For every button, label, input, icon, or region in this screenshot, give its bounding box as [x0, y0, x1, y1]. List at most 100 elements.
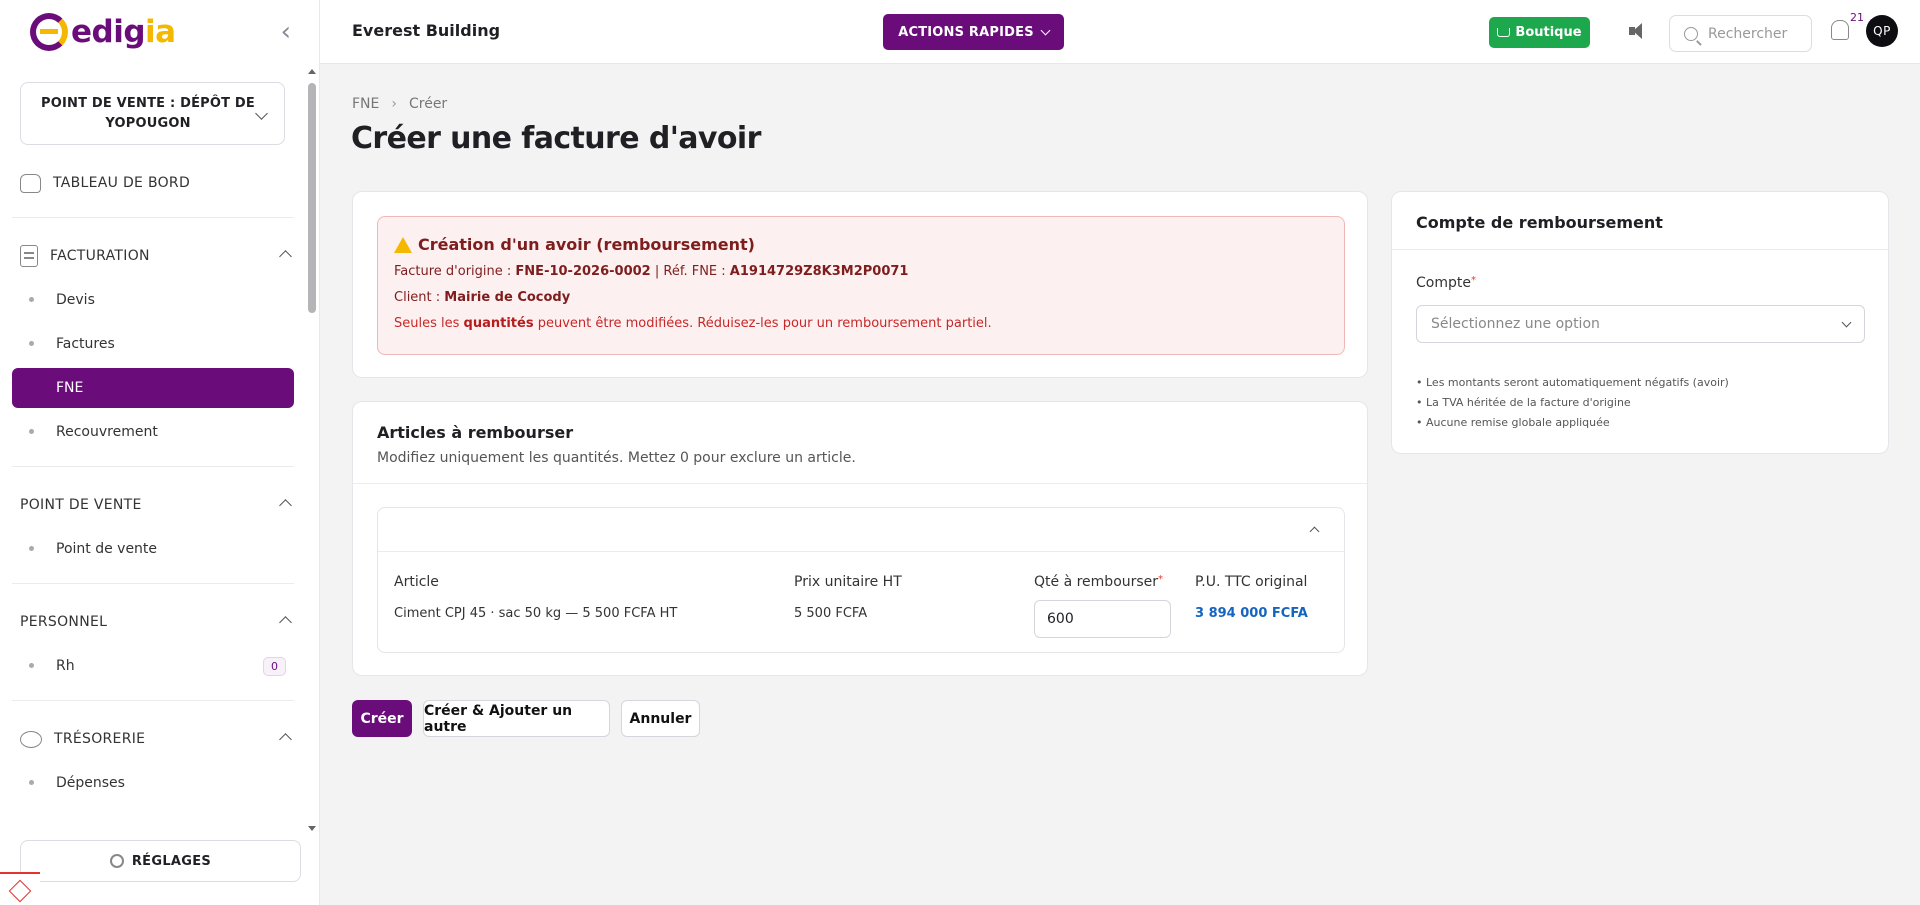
sidebar-header: edig ia ‹	[0, 0, 319, 64]
avatar[interactable]: QP	[1866, 15, 1898, 47]
scrollbar-thumb[interactable]	[308, 83, 316, 313]
divider	[353, 483, 1367, 484]
section-tresorerie[interactable]: TRÉSORERIE	[0, 719, 306, 759]
chevron-up-icon[interactable]	[279, 615, 292, 629]
account-field-label: Compte*	[1416, 275, 1476, 291]
article-name: Ciment CPJ 45 · sac 50 kg — 5 500 FCFA H…	[394, 606, 678, 621]
articles-title: Articles à rembourser	[377, 423, 574, 442]
logo[interactable]: edig ia	[30, 13, 176, 51]
account-label-text: Compte	[1416, 275, 1471, 291]
scroll-down-arrow-icon[interactable]	[308, 826, 316, 831]
divider	[12, 466, 294, 467]
breadcrumb-link-fne[interactable]: FNE	[352, 96, 379, 112]
articles-subtitle: Modifiez uniquement les quantités. Mette…	[377, 450, 856, 466]
sidebar-item-point-de-vente[interactable]: Point de vente	[12, 529, 294, 569]
shop-label: Boutique	[1515, 25, 1582, 40]
sidebar-item-recouvrement[interactable]: Recouvrement	[12, 412, 294, 452]
sidebar-item-label: Point de vente	[56, 541, 158, 557]
sidebar-scrollbar[interactable]	[307, 66, 317, 836]
client-label: Client :	[394, 290, 441, 305]
cancel-button[interactable]: Annuler	[621, 700, 700, 737]
laravel-icon	[8, 879, 32, 903]
nav-dashboard[interactable]: TABLEAU DE BORD	[20, 163, 306, 203]
sidebar-item-rh[interactable]: Rh 0	[12, 646, 294, 686]
chevron-up-icon[interactable]	[279, 249, 292, 263]
refund-account-header: Compte de remboursement	[1392, 192, 1888, 232]
quantity-input[interactable]: 600	[1034, 600, 1171, 638]
sidebar-item-depenses[interactable]: Dépenses	[12, 763, 294, 803]
scroll-up-arrow-icon[interactable]	[308, 69, 316, 74]
chevron-down-icon	[1040, 25, 1051, 35]
origin-invoice-line: Facture d'origine : FNE-10-2026-0002 | R…	[394, 264, 1328, 279]
credit-note-alert: Création d'un avoir (remboursement) Fact…	[377, 216, 1345, 355]
refund-account-title: Compte de remboursement	[1416, 213, 1663, 232]
sidebar-item-label: Rh	[56, 658, 75, 674]
divider	[12, 700, 294, 701]
nav-dashboard-label: TABLEAU DE BORD	[53, 175, 191, 191]
section-facturation-label: FACTURATION	[50, 248, 150, 264]
sidebar-item-devis[interactable]: Devis	[12, 280, 294, 320]
search-input[interactable]: Rechercher	[1669, 15, 1812, 52]
section-point-de-vente-label: POINT DE VENTE	[20, 497, 142, 513]
section-tresorerie-label: TRÉSORERIE	[54, 731, 146, 747]
logo-mark	[30, 13, 68, 51]
settings-label: RÉGLAGES	[131, 853, 212, 869]
rh-count-badge: 0	[263, 656, 286, 676]
section-personnel[interactable]: PERSONNEL	[0, 602, 306, 642]
point-of-sale-select[interactable]: POINT DE VENTE : DÉPÔT DE YOPOUGON	[20, 82, 285, 145]
sidebar-item-label: Dépenses	[56, 775, 125, 791]
account-select-placeholder: Sélectionnez une option	[1431, 316, 1600, 332]
piggy-bank-icon	[20, 730, 42, 748]
collapse-sidebar-icon[interactable]: ‹	[281, 17, 291, 47]
note-after: peuvent être modifiées. Réduisez-les pou…	[537, 316, 992, 331]
account-select[interactable]: Sélectionnez une option	[1416, 305, 1865, 343]
hint-item: • La TVA héritée de la facture d'origine	[1416, 396, 1631, 409]
create-button[interactable]: Créer	[352, 700, 412, 737]
sidebar-item-label: Devis	[56, 292, 95, 308]
sidebar-item-factures[interactable]: Factures	[12, 324, 294, 364]
required-marker: *	[1470, 275, 1476, 286]
client-name: Mairie de Cocody	[444, 290, 571, 305]
point-of-sale-label: POINT DE VENTE : DÉPÔT DE YOPOUGON	[40, 95, 256, 131]
column-header-unit-price: Prix unitaire HT	[794, 574, 902, 590]
chevron-up-icon[interactable]	[279, 732, 292, 746]
column-header-qty: Qté à rembourser*	[1034, 574, 1163, 590]
section-point-de-vente[interactable]: POINT DE VENTE	[0, 485, 306, 525]
note-before: Seules les	[394, 316, 460, 331]
breadcrumb-current: Créer	[408, 96, 448, 112]
chevron-up-icon[interactable]	[1309, 526, 1320, 537]
bell-icon[interactable]	[1831, 20, 1849, 40]
logo-text: edig	[71, 14, 146, 50]
divider	[12, 217, 294, 218]
hint-item: • Aucune remise globale appliquée	[1416, 416, 1610, 429]
quick-actions-button[interactable]: ACTIONS RAPIDES	[883, 14, 1064, 50]
speaker-icon[interactable]	[1627, 20, 1651, 44]
page-title: Créer une facture d'avoir	[351, 121, 761, 156]
quick-actions-label: ACTIONS RAPIDES	[898, 24, 1034, 40]
chevron-up-icon[interactable]	[279, 498, 292, 512]
article-unit-price: 5 500 FCFA	[794, 606, 868, 621]
sidebar-item-fne[interactable]: FNE	[12, 368, 294, 408]
alert-title-text: Création d'un avoir (remboursement)	[418, 235, 755, 254]
section-facturation[interactable]: FACTURATION	[0, 236, 306, 276]
settings-button[interactable]: RÉGLAGES	[20, 840, 301, 882]
shop-button[interactable]: Boutique	[1489, 17, 1590, 48]
note-bold: quantités	[463, 316, 534, 331]
home-icon	[20, 173, 41, 193]
qty-header-label: Qté à rembourser	[1034, 574, 1159, 590]
search-icon	[1684, 26, 1698, 41]
ref-label: Réf. FNE :	[663, 264, 726, 279]
create-and-add-another-button[interactable]: Créer & Ajouter un autre	[423, 700, 610, 737]
debug-toolbar-tab[interactable]	[0, 872, 40, 905]
repeater-item-header[interactable]	[378, 508, 1344, 552]
origin-label: Facture d'origine :	[394, 264, 512, 279]
alert-note: Seules les quantités peuvent être modifi…	[394, 316, 1328, 331]
column-header-article: Article	[394, 574, 439, 590]
sidebar: edig ia ‹ POINT DE VENTE : DÉPÔT DE YOPOU…	[0, 0, 320, 905]
chevron-down-icon	[1841, 317, 1852, 327]
logo-accent-text: ia	[145, 14, 176, 50]
invoice-icon	[20, 245, 38, 267]
articles-card: Articles à rembourser Modifiez uniquemen…	[352, 401, 1368, 676]
sidebar-item-label: Recouvrement	[56, 424, 158, 440]
required-marker: *	[1158, 574, 1164, 585]
